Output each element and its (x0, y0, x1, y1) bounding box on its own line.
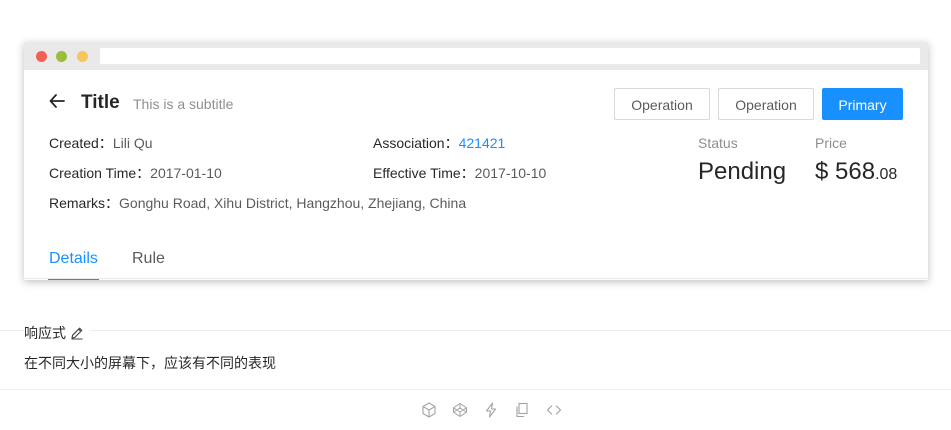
creation-time-value: 2017-01-10 (150, 165, 222, 181)
codepen-icon[interactable] (451, 401, 469, 419)
browser-window: Title This is a subtitle Operation Opera… (24, 42, 928, 280)
operation-button-1[interactable]: Operation (614, 88, 710, 120)
price-label: Price (815, 135, 847, 151)
creation-time-item: Creation Time：2017-01-10 (49, 163, 222, 183)
window-close-dot[interactable] (36, 51, 47, 62)
page-title: Title (81, 92, 120, 113)
tab-divider (24, 278, 928, 279)
code-icon[interactable] (545, 401, 563, 419)
page-header: Title This is a subtitle Operation Opera… (24, 70, 928, 280)
codesandbox-icon[interactable] (420, 401, 438, 419)
tab-rule[interactable]: Rule (132, 248, 165, 270)
status-value: Pending (698, 158, 787, 185)
thunderbolt-icon[interactable] (482, 401, 500, 419)
created-item: Created：Lili Qu (49, 133, 153, 153)
section-title-text: 响应式 (24, 325, 66, 341)
association-link[interactable]: 421421 (459, 135, 506, 151)
created-value: Lili Qu (112, 135, 153, 151)
creation-time-label: Creation Time： (49, 165, 151, 181)
primary-button[interactable]: Primary (822, 88, 903, 120)
copy-icon[interactable] (513, 401, 531, 419)
association-label: Association： (373, 135, 459, 151)
page-subtitle: This is a subtitle (133, 96, 234, 112)
price-value: $ 568.08 (815, 157, 897, 190)
effective-time-value: 2017-10-10 (474, 165, 547, 181)
operation-button-2[interactable]: Operation (718, 88, 814, 120)
browser-toolbar (24, 42, 928, 70)
status-label: Status (698, 135, 738, 151)
section-description: 在不同大小的屏幕下，应该有不同的表现 (24, 355, 276, 371)
section-title: 响应式 (24, 323, 90, 343)
window-minimize-dot[interactable] (56, 51, 67, 62)
address-bar[interactable] (100, 48, 920, 64)
actions-divider (0, 389, 951, 390)
tab-details[interactable]: Details (49, 248, 98, 270)
window-maximize-dot[interactable] (77, 51, 88, 62)
price-main: $ 568 (815, 158, 876, 185)
effective-time-label: Effective Time： (373, 165, 475, 181)
edit-icon[interactable] (70, 325, 84, 340)
remarks-item: Remarks：Gonghu Road, Xihu District, Hang… (49, 193, 466, 213)
section-divider (0, 330, 951, 331)
remarks-value: Gonghu Road, Xihu District, Hangzhou, Zh… (119, 195, 467, 211)
association-item: Association：421421 (373, 133, 505, 153)
arrow-left-icon[interactable] (48, 91, 66, 111)
effective-time-item: Effective Time：2017-10-10 (373, 163, 546, 183)
remarks-label: Remarks： (49, 195, 120, 211)
created-label: Created： (49, 135, 113, 151)
price-cents: .08 (875, 166, 898, 183)
